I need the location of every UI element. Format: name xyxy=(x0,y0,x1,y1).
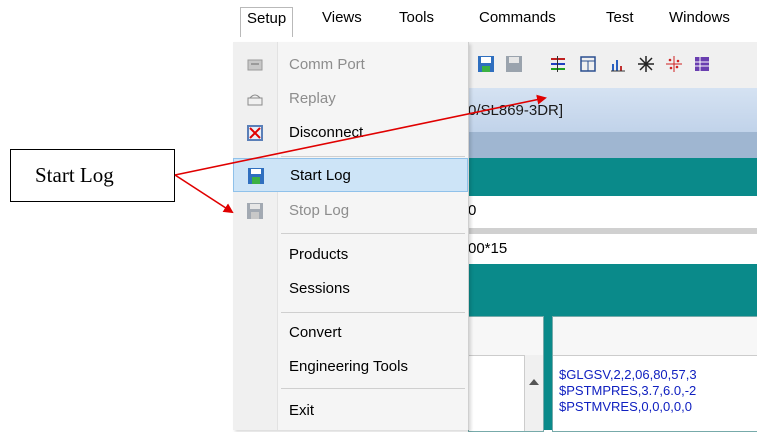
nmea-panel: $GLGSV,2,2,06,80,57,3 $PSTMPRES,3.7,6.0,… xyxy=(552,316,757,432)
menu-item-exit[interactable]: Exit xyxy=(233,394,468,428)
menu-item-label: Replay xyxy=(289,90,336,107)
nmea-text: $GLGSV,2,2,06,80,57,3 $PSTMPRES,3.7,6.0,… xyxy=(559,367,697,415)
disconnect-icon xyxy=(247,125,263,141)
blue-strip xyxy=(468,132,757,158)
nmea-line: $PSTMVRES,0,0,0,0,0 xyxy=(559,399,692,414)
menu-item-label: Comm Port xyxy=(289,56,365,73)
menu-item-replay[interactable]: Replay xyxy=(233,82,468,116)
menu-separator xyxy=(281,312,465,313)
nmea-line: $PSTMPRES,3.7,6.0,-2 xyxy=(559,383,697,398)
arrow-to-menu-item xyxy=(174,174,234,214)
menu-windows[interactable]: Windows xyxy=(669,9,730,26)
status-field: 0 xyxy=(468,196,757,229)
menu-item-label: Disconnect xyxy=(289,124,364,141)
menu-item-label: Exit xyxy=(289,402,315,419)
teal-section-bar xyxy=(468,264,757,304)
left-panel xyxy=(468,316,544,432)
teal-header-bar xyxy=(468,158,757,196)
start-log-toolbar-icon[interactable] xyxy=(476,54,496,74)
stop-log-toolbar-icon[interactable] xyxy=(504,54,524,74)
status-field-text: 0 xyxy=(468,202,477,219)
menu-separator xyxy=(281,388,465,389)
menu-item-engineering-tools[interactable]: Engineering Tools xyxy=(233,350,468,384)
nmea-line: $GLGSV,2,2,06,80,57,3 xyxy=(559,367,697,382)
menu-separator xyxy=(281,233,465,234)
menu-item-disconnect[interactable]: Disconnect xyxy=(233,116,468,150)
window-title-strip: 0/SL869-3DR] xyxy=(468,88,757,132)
menu-tools[interactable]: Tools xyxy=(399,9,434,26)
menu-item-products[interactable]: Products xyxy=(233,238,468,272)
nmea-panel-header xyxy=(553,317,757,356)
menu-separator xyxy=(281,156,465,157)
menu-item-label: Sessions xyxy=(289,280,350,297)
menu-commands[interactable]: Commands xyxy=(479,9,556,26)
sky-view-icon[interactable] xyxy=(636,54,656,74)
grid-icon[interactable] xyxy=(692,54,712,74)
left-panel-header xyxy=(469,317,543,356)
stop-log-icon xyxy=(247,203,263,219)
replay-icon xyxy=(247,94,263,106)
toolbar xyxy=(468,42,757,89)
menu-views[interactable]: Views xyxy=(322,9,362,26)
sentence-field-text: 00*15 xyxy=(468,240,508,257)
menu-bar: Setup Views Tools Commands Test Windows xyxy=(233,0,757,43)
list-view-icon[interactable] xyxy=(548,54,568,74)
menu-setup[interactable]: Setup xyxy=(240,7,294,37)
menu-item-start-log[interactable]: Start Log xyxy=(233,158,468,192)
callout-box: Start Log xyxy=(10,149,175,202)
menu-item-label: Stop Log xyxy=(289,202,350,219)
scrollbar[interactable] xyxy=(524,355,543,431)
scatter-icon[interactable] xyxy=(664,54,684,74)
setup-dropdown-menu: Comm Port Replay Disconnect Start Log St… xyxy=(233,42,469,430)
menu-test[interactable]: Test xyxy=(606,9,634,26)
menu-item-label: Convert xyxy=(289,324,342,341)
menu-item-convert[interactable]: Convert xyxy=(233,316,468,350)
menu-item-stop-log[interactable]: Stop Log xyxy=(233,194,468,228)
window-title-text: 0/SL869-3DR] xyxy=(468,102,564,119)
menu-item-comm-port[interactable]: Comm Port xyxy=(233,48,468,82)
panel-view-icon[interactable] xyxy=(578,54,598,74)
menu-item-sessions[interactable]: Sessions xyxy=(233,272,468,306)
menu-item-label: Engineering Tools xyxy=(289,358,408,375)
menu-item-label: Start Log xyxy=(290,167,351,184)
scroll-up-icon[interactable] xyxy=(529,379,539,385)
callout-text: Start Log xyxy=(35,163,114,187)
sentence-field: 00*15 xyxy=(468,234,757,264)
menu-item-label: Products xyxy=(289,246,349,263)
bar-chart-icon[interactable] xyxy=(608,54,628,74)
start-log-icon xyxy=(248,168,264,184)
comm-port-icon xyxy=(247,59,263,71)
